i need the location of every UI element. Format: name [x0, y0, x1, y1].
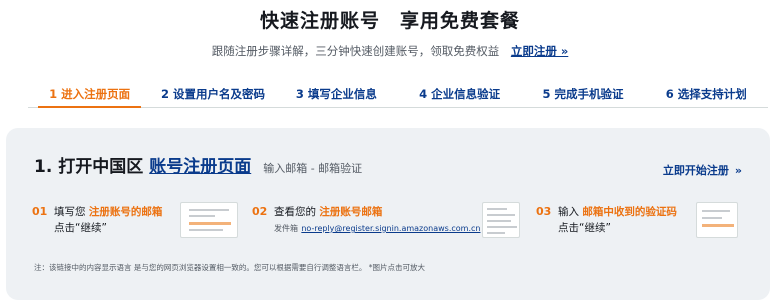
substep-text: 输入 邮箱中收到的验证码 点击“继续”: [558, 204, 677, 236]
tab-step-3[interactable]: 3 填写企业信息: [275, 80, 398, 107]
tab-step-5[interactable]: 5 完成手机验证: [521, 80, 644, 107]
account-registration-page-link[interactable]: 账号注册页面: [149, 152, 251, 177]
register-now-link[interactable]: 立即注册 »: [511, 44, 568, 58]
tab-step-1[interactable]: 1 进入注册页面: [28, 80, 151, 108]
substep-line2: 点击“继续”: [54, 222, 107, 234]
subtitle-text: 跟随注册步骤详解，三分钟快速创建账号，领取免费权益: [211, 44, 500, 58]
substep-text-pre: 输入: [558, 206, 579, 218]
substep-highlight: 注册账号邮箱: [319, 206, 383, 218]
page-subtitle: 跟随注册步骤详解，三分钟快速创建账号，领取免费权益 立即注册 »: [0, 43, 780, 59]
step-detail-panel: 1. 打开中国区 账号注册页面 输入邮箱 - 邮箱验证 立即开始注册 » 01 填…: [6, 128, 770, 300]
substep-number: 02: [252, 205, 268, 218]
substep-text: 查看您的 注册账号邮箱 发件箱 no-reply@register.signin…: [274, 204, 480, 237]
substep-highlight: 注册账号的邮箱: [88, 206, 163, 218]
substep-1: 01 填写您 注册账号的邮箱 点击“继续”: [32, 204, 162, 236]
substep-text-pre: 填写您: [54, 206, 86, 218]
substep-text: 填写您 注册账号的邮箱 点击“继续”: [54, 204, 162, 236]
tab-step-6[interactable]: 6 选择支持计划: [645, 80, 768, 107]
tab-step-4[interactable]: 4 企业信息验证: [398, 80, 521, 107]
start-registration-label: 立即开始注册: [662, 164, 729, 177]
substep-number: 01: [32, 205, 48, 218]
start-registration-link[interactable]: 立即开始注册 »: [663, 162, 742, 178]
substep-highlight: 邮箱中收到的验证码: [582, 206, 677, 218]
section-heading: 1. 打开中国区 账号注册页面 输入邮箱 - 邮箱验证: [34, 152, 362, 177]
sender-label: 发件箱: [274, 224, 298, 233]
tab-step-2[interactable]: 2 设置用户名及密码: [151, 80, 274, 107]
substep-3: 03 输入 邮箱中收到的验证码 点击“继续”: [536, 204, 677, 236]
substep-2: 02 查看您的 注册账号邮箱 发件箱 no-reply@register.sig…: [252, 204, 480, 237]
step-tabs: 1 进入注册页面 2 设置用户名及密码 3 填写企业信息 4 企业信息验证 5 …: [28, 80, 768, 108]
substep-text-pre: 查看您的: [274, 206, 316, 218]
substep-number: 03: [536, 205, 552, 218]
screenshot-thumbnail-2[interactable]: [482, 202, 520, 238]
section-number: 1. 打开中国区: [34, 157, 144, 177]
page-title: 快速注册账号 享用免费套餐: [259, 10, 520, 32]
screenshot-thumbnail-3[interactable]: [696, 202, 738, 238]
substep-line2: 点击“继续”: [558, 222, 611, 234]
chevron-right-icon: »: [734, 164, 742, 177]
screenshot-thumbnail-1[interactable]: [180, 202, 238, 238]
footnote: 注：该链接中的内容显示语言 是与您的网页浏览器设置相一致的。您可以根据需要自行调…: [34, 263, 426, 272]
section-subtitle: 输入邮箱 - 邮箱验证: [263, 162, 363, 175]
sender-email: no-reply@register.signin.amazonaws.com.c…: [301, 224, 481, 233]
